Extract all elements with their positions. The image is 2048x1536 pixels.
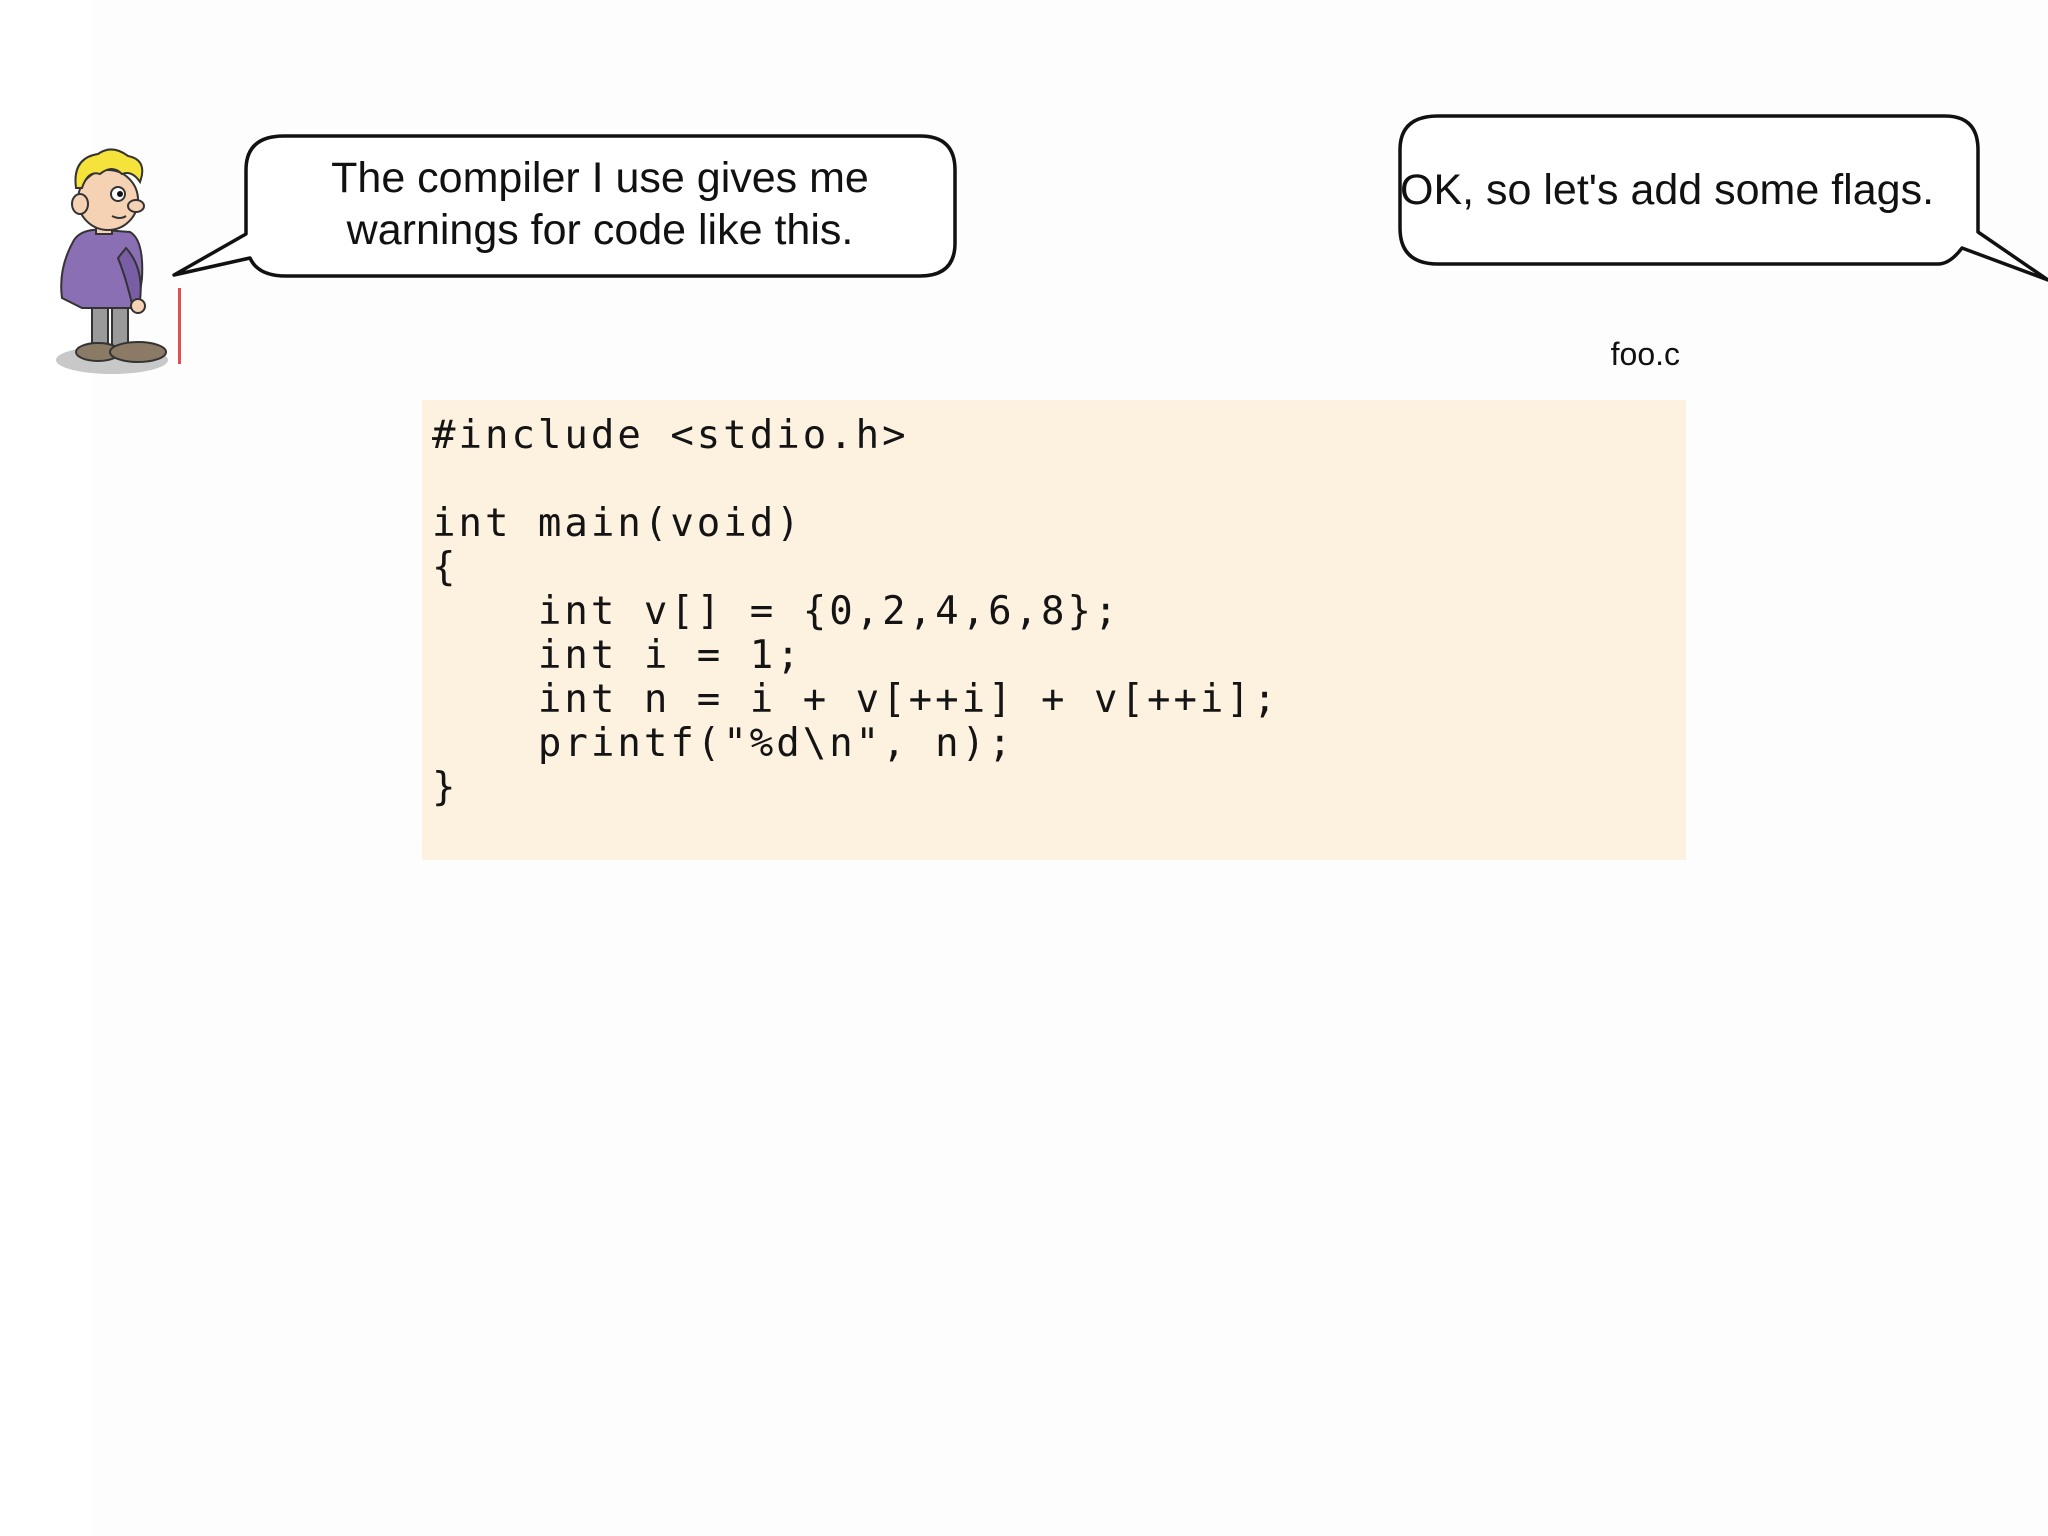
speech-text-left-line-1: The compiler I use gives me [331, 154, 869, 202]
cartoon-boy-icon [56, 148, 181, 374]
speech-text-right: OK, so let's add some flags. [1400, 166, 1935, 214]
code-line: int main(void) [432, 501, 803, 546]
code-line: int v[] = {0,2,4,6,8}; [432, 589, 1121, 634]
speech-text-left-line-2: warnings for code like this. [346, 206, 854, 254]
file-name-label: foo.c [1610, 336, 1680, 372]
code-line: { [432, 545, 459, 590]
code-line: #include <stdio.h> [432, 413, 909, 458]
code-line: printf("%d\n", n); [432, 721, 1015, 766]
code-panel: #include <stdio.h> int main(void){ int v[… [422, 400, 1686, 860]
code-line: int i = 1; [432, 633, 803, 678]
code-block: #include <stdio.h> int main(void){ int v[… [422, 400, 1686, 810]
code-line: } [432, 765, 459, 810]
speech-text-left: The compiler I use gives me warnings for… [250, 152, 950, 256]
code-line: int n = i + v[++i] + v[++i]; [432, 677, 1280, 722]
